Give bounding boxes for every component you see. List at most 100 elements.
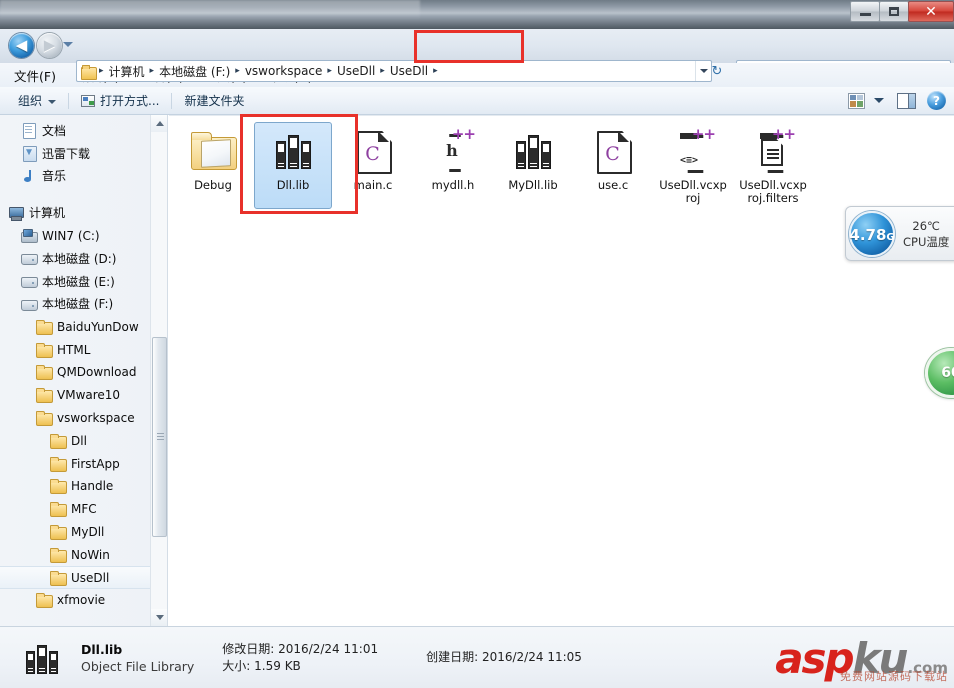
maximize-button[interactable] xyxy=(879,1,909,22)
open-with-icon xyxy=(81,95,95,107)
memory-unit: G xyxy=(886,232,894,243)
breadcrumb-item-computer[interactable]: 计算机 xyxy=(106,62,148,81)
memory-value: 4.78 xyxy=(849,226,886,244)
recent-locations-dropdown-icon[interactable] xyxy=(63,42,73,47)
details-modified-label: 修改日期: xyxy=(222,642,274,656)
folder-icon xyxy=(36,319,52,335)
file-item[interactable]: h++mydll.h xyxy=(414,122,492,209)
refresh-button[interactable]: ↻ xyxy=(705,61,729,81)
breadcrumb-item-vsworkspace[interactable]: vsworkspace xyxy=(242,63,326,79)
chevron-down-icon[interactable] xyxy=(874,98,884,103)
tree-item-vsworkspace[interactable]: vsworkspace xyxy=(0,407,167,430)
drive-icon xyxy=(21,273,37,289)
file-item[interactable]: <≡>++UseDll.vcxproj xyxy=(654,122,732,209)
open-with-label: 打开方式... xyxy=(100,92,159,109)
file-item[interactable]: ++UseDll.vcxproj.filters xyxy=(734,122,812,209)
details-created-value: 2016/2/24 11:05 xyxy=(482,650,582,664)
folder-icon xyxy=(50,524,66,540)
toolbar-separator xyxy=(171,93,172,109)
tree-item-nowin[interactable]: NoWin xyxy=(0,543,167,566)
tree-group-spacer xyxy=(0,187,167,201)
scrollbar-thumb[interactable] xyxy=(152,337,167,537)
drive-icon xyxy=(21,296,37,312)
tree-item-qmdownload[interactable]: QMDownload xyxy=(0,361,167,384)
tree-item-label: BaiduYunDow xyxy=(57,320,139,334)
folder-tree: 文档迅雷下载音乐计算机 WIN7 (C:) 本地磁盘 (D:)本地磁盘 (E:)本地… xyxy=(0,115,167,612)
site-watermark: asp ku .com 免费网站源码下载站 xyxy=(775,638,948,682)
navigation-scrollbar[interactable] xyxy=(150,115,167,626)
minimize-button[interactable] xyxy=(850,1,880,22)
tree-item-label: WIN7 (C:) xyxy=(42,229,100,243)
tree-item-label: vsworkspace xyxy=(57,411,135,425)
file-list-pane[interactable]: DebugDll.libCmain.ch++mydll.hMyDll.libCu… xyxy=(169,115,954,626)
cpu-temp-block: 26℃ CPU温度 xyxy=(903,218,949,250)
new-folder-button[interactable]: 新建文件夹 xyxy=(184,92,244,109)
back-arrow-icon: ◀ xyxy=(16,38,28,53)
system-monitor-gadget[interactable]: 4.78 G 26℃ CPU温度 xyxy=(845,206,954,261)
explorer-body: 文档迅雷下载音乐计算机 WIN7 (C:) 本地磁盘 (D:)本地磁盘 (E:)本地… xyxy=(0,115,954,626)
breadcrumb-separator: ▸ xyxy=(148,66,157,76)
tree-item-dll[interactable]: Dll xyxy=(0,429,167,452)
tree-item-label: 计算机 xyxy=(29,204,65,221)
command-toolbar: 组织 打开方式... 新建文件夹 ? xyxy=(0,87,954,115)
close-button[interactable]: ✕ xyxy=(908,1,954,22)
tree-item-[interactable]: 迅雷下载 xyxy=(0,142,167,165)
details-file-type: Object File Library xyxy=(81,658,194,675)
details-name-block: Dll.lib Object File Library xyxy=(81,641,194,675)
tree-item-label: MFC xyxy=(71,502,97,516)
change-view-icon[interactable] xyxy=(848,93,865,109)
file-item-label: main.c xyxy=(354,179,393,192)
address-bar[interactable]: ▸ 计算机 ▸ 本地磁盘 (F:) ▸ vsworkspace ▸ UseDll… xyxy=(76,60,712,82)
library-icon xyxy=(269,127,317,175)
new-folder-label: 新建文件夹 xyxy=(184,92,244,109)
file-item[interactable]: Dll.lib xyxy=(254,122,332,209)
tree-item-label: 迅雷下载 xyxy=(42,145,90,162)
tree-item-vmware10[interactable]: VMware10 xyxy=(0,384,167,407)
library-icon xyxy=(509,127,557,175)
breadcrumb-item-usedll-parent[interactable]: UseDll xyxy=(334,63,378,79)
breadcrumb-item-usedll-current[interactable]: UseDll xyxy=(387,63,431,79)
details-modified-date: 修改日期: 2016/2/24 11:01 xyxy=(222,641,378,658)
breadcrumb-separator: ▸ xyxy=(325,66,334,76)
tree-item-mfc[interactable]: MFC xyxy=(0,498,167,521)
tree-item-html[interactable]: HTML xyxy=(0,338,167,361)
menu-item-file[interactable]: 文件(F) xyxy=(14,66,56,85)
scroll-down-icon[interactable] xyxy=(151,609,168,626)
tree-item-[interactable]: 计算机 xyxy=(0,201,167,224)
scroll-up-icon[interactable] xyxy=(151,115,168,132)
download-icon xyxy=(21,145,37,161)
tree-item-usedll[interactable]: UseDll xyxy=(0,566,167,589)
back-button[interactable]: ◀ xyxy=(9,33,34,58)
file-item[interactable]: Cmain.c xyxy=(334,122,412,209)
file-item[interactable]: MyDll.lib xyxy=(494,122,572,209)
organize-button[interactable]: 组织 xyxy=(18,92,56,109)
explorer-window: ✕ ◀ ▶ ▸ 计算机 ▸ 本地磁盘 (F:) ▸ vsworkspace ▸ … xyxy=(0,0,954,688)
system-drive-icon xyxy=(21,228,37,244)
tree-item-d[interactable]: 本地磁盘 (D:) xyxy=(0,247,167,270)
file-item[interactable]: Debug xyxy=(174,122,252,209)
organize-label: 组织 xyxy=(18,92,42,109)
file-item[interactable]: Cuse.c xyxy=(574,122,652,209)
tree-item-win7c[interactable]: WIN7 (C:) xyxy=(0,224,167,247)
details-created-block: 创建日期: 2016/2/24 11:05 xyxy=(426,649,582,666)
tree-item-baiduyundow[interactable]: BaiduYunDow xyxy=(0,315,167,338)
tree-item-handle[interactable]: Handle xyxy=(0,475,167,498)
forward-button[interactable]: ▶ xyxy=(37,33,62,58)
file-item-label: UseDll.vcxproj xyxy=(657,179,729,205)
breadcrumb-item-drive-f[interactable]: 本地磁盘 (F:) xyxy=(156,62,233,81)
tree-item-f[interactable]: 本地磁盘 (F:) xyxy=(0,293,167,316)
tree-item-mydll[interactable]: MyDll xyxy=(0,521,167,544)
tree-item-xfmovie[interactable]: xfmovie xyxy=(0,589,167,612)
music-icon xyxy=(21,168,37,184)
tree-item-label: UseDll xyxy=(71,571,109,585)
preview-pane-icon[interactable] xyxy=(897,93,916,109)
tree-item-[interactable]: 音乐 xyxy=(0,165,167,188)
open-with-button[interactable]: 打开方式... xyxy=(81,92,159,109)
tree-item-e[interactable]: 本地磁盘 (E:) xyxy=(0,270,167,293)
tree-item-firstapp[interactable]: FirstApp xyxy=(0,452,167,475)
help-button[interactable]: ? xyxy=(927,91,946,110)
tree-item-[interactable]: 文档 xyxy=(0,119,167,142)
forward-arrow-icon: ▶ xyxy=(44,38,56,53)
tree-item-label: MyDll xyxy=(71,525,104,539)
chevron-down-icon xyxy=(48,100,56,104)
